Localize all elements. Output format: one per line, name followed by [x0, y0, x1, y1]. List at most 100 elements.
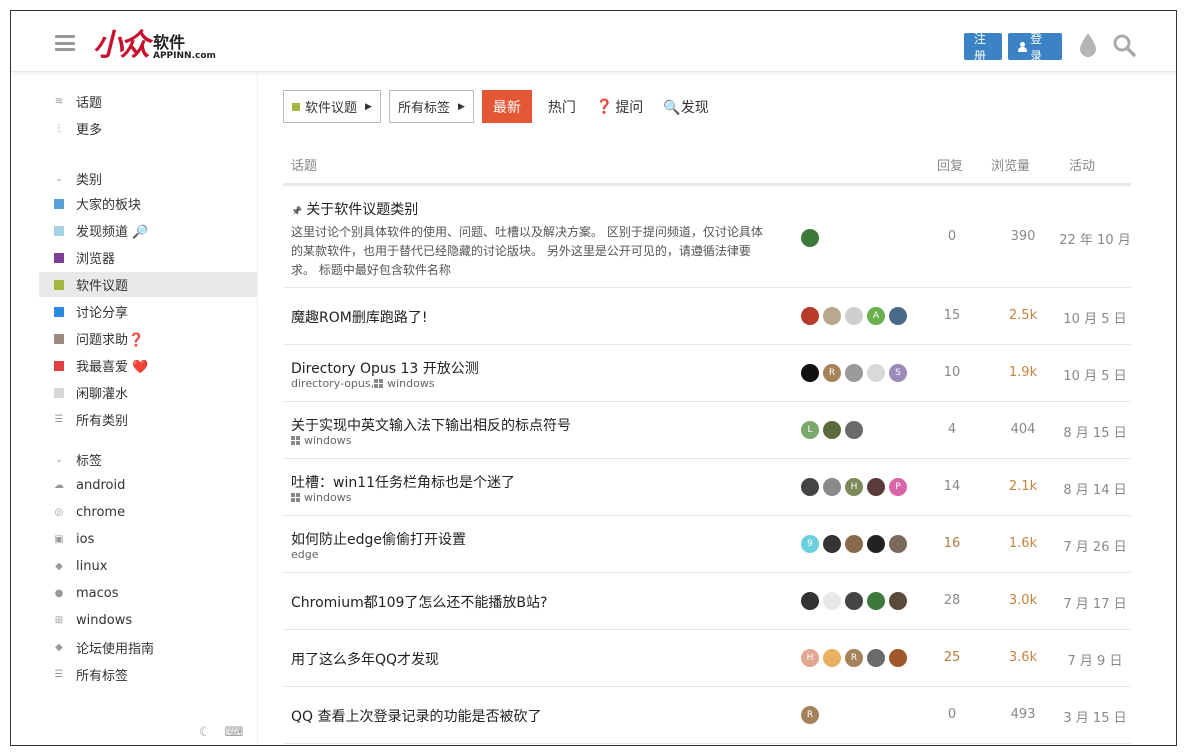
activity-date[interactable]: 7 月 26 日	[1045, 536, 1145, 555]
activity-date[interactable]: 3 月 15 日	[1045, 707, 1145, 726]
avatar[interactable]	[867, 535, 885, 553]
avatar[interactable]	[889, 535, 907, 553]
avatar[interactable]	[889, 307, 907, 325]
avatar[interactable]	[867, 364, 885, 382]
sidebar-tag-item[interactable]: ☁ android	[39, 473, 257, 498]
topic-title-link[interactable]: Directory Opus 13 开放公测	[291, 358, 479, 378]
topic-title-link[interactable]: Chromium都109了怎么还不能播放B站?	[291, 592, 547, 612]
avatar[interactable]	[801, 478, 819, 496]
tag-dropdown[interactable]: 所有标签 ▶	[388, 90, 474, 123]
avatar[interactable]	[823, 535, 841, 553]
login-button[interactable]: 登录	[1008, 32, 1062, 63]
avatar[interactable]	[845, 307, 863, 325]
topic-table-header: 话题 回复 浏览量 活动	[283, 153, 1131, 186]
sidebar-tag-item[interactable]: ● macos	[39, 581, 257, 606]
activity-date[interactable]: 10 月 5 日	[1045, 365, 1145, 384]
avatar[interactable]: H	[845, 478, 863, 496]
sidebar-tag-item[interactable]: ⊞ windows	[39, 608, 257, 633]
tab-discover[interactable]: 🔍发现	[653, 90, 718, 123]
sidebar-item-label: 话题	[76, 96, 103, 111]
avatar[interactable]	[845, 421, 863, 439]
activity-date[interactable]: 10 月 5 日	[1045, 308, 1145, 327]
avatar[interactable]	[889, 649, 907, 667]
avatar[interactable]: R	[845, 649, 863, 667]
sidebar-category-item[interactable]: 讨论分享	[39, 299, 257, 324]
avatar[interactable]	[823, 592, 841, 610]
header-views[interactable]: 浏览量	[991, 155, 1030, 174]
sidebar-tag-item[interactable]: ◆ linux	[39, 554, 257, 579]
activity-date[interactable]: 7 月 9 日	[1045, 650, 1145, 669]
avatar[interactable]	[867, 592, 885, 610]
sidebar-tag-item[interactable]: ☰ 所有标签	[39, 662, 257, 687]
avatar[interactable]: R	[801, 706, 819, 724]
sidebar-category-item[interactable]: 大家的板块	[39, 191, 257, 216]
topic-title-link[interactable]: 用了这么多年QQ才发现	[291, 649, 439, 669]
avatar[interactable]: A	[867, 307, 885, 325]
avatar[interactable]	[801, 592, 819, 610]
avatar[interactable]	[801, 229, 819, 247]
topic-tag-link[interactable]: windows	[291, 434, 351, 447]
avatar[interactable]	[823, 478, 841, 496]
sidebar-tag-item[interactable]: ▣ ios	[39, 527, 257, 552]
tab-latest[interactable]: 最新	[481, 90, 532, 123]
topic-tag-link[interactable]: windows	[291, 491, 351, 504]
avatar[interactable]: L	[801, 421, 819, 439]
topic-title-link[interactable]: 关于实现中英文输入法下输出相反的标点符号	[291, 415, 571, 435]
topic-title-link[interactable]: 📌 关于软件议题类别	[291, 199, 418, 219]
sidebar-category-item[interactable]: 我最喜爱 ❤️	[39, 353, 257, 378]
header-topic[interactable]: 话题	[291, 155, 317, 174]
category-dropdown[interactable]: 软件议题 ▶	[283, 90, 381, 123]
keyboard-icon[interactable]: ⌨	[225, 725, 244, 740]
avatar[interactable]	[867, 478, 885, 496]
sidebar-category-item[interactable]: ☰ 所有类别	[39, 407, 257, 432]
search-icon[interactable]	[1112, 33, 1136, 57]
activity-date[interactable]: 7 月 17 日	[1045, 593, 1145, 612]
hamburger-menu-icon[interactable]	[55, 35, 75, 51]
activity-date[interactable]: 8 月 15 日	[1045, 422, 1145, 441]
avatar[interactable]: 9	[801, 535, 819, 553]
avatar[interactable]: P	[889, 478, 907, 496]
sidebar-tag-item[interactable]: ◎ chrome	[39, 500, 257, 525]
topic-title-link[interactable]: QQ 查看上次登录记录的功能是否被砍了	[291, 706, 542, 726]
sidebar-category-item[interactable]: 浏览器	[39, 245, 257, 270]
avatar[interactable]: R	[823, 364, 841, 382]
sidebar-category-item[interactable]: 闲聊灌水	[39, 380, 257, 405]
avatar[interactable]	[889, 592, 907, 610]
signup-button[interactable]: 注册	[964, 32, 1002, 63]
tags-heading[interactable]: ⌄ 标签	[53, 450, 102, 469]
categories-heading[interactable]: ⌄ 类别	[53, 169, 102, 188]
sidebar-category-item[interactable]: 发现频道 🔎	[39, 218, 257, 243]
topic-title-text: Chromium都109了怎么还不能播放B站?	[291, 595, 548, 611]
topic-title-link[interactable]: 魔趣ROM删库跑路了!	[291, 307, 427, 327]
avatar[interactable]: H	[801, 649, 819, 667]
avatar[interactable]	[845, 592, 863, 610]
avatar[interactable]	[823, 649, 841, 667]
activity-date[interactable]: 8 月 14 日	[1045, 479, 1145, 498]
avatar[interactable]	[845, 364, 863, 382]
activity-date[interactable]: 22 年 10 月	[1045, 229, 1145, 248]
tab-hot[interactable]: 热门	[538, 90, 586, 123]
topic-tag-link[interactable]: edge	[291, 548, 319, 561]
header-replies[interactable]: 回复	[937, 155, 963, 174]
sidebar-category-item[interactable]: 软件议题	[39, 272, 257, 297]
avatar[interactable]: S	[889, 364, 907, 382]
sidebar-item-topics[interactable]: ≋ 话题	[39, 89, 257, 114]
sidebar-category-item[interactable]: 问题求助❓	[39, 326, 257, 351]
avatar[interactable]	[823, 421, 841, 439]
dark-mode-moon-icon[interactable]: ☾	[199, 725, 211, 740]
topic-title-link[interactable]: 如何防止edge偷偷打开设置	[291, 529, 466, 549]
topic-title-link[interactable]: 吐槽：win11任务栏角标也是个迷了	[291, 472, 515, 492]
sidebar-tag-item[interactable]: ◆ 论坛使用指南	[39, 635, 257, 660]
topic-tag-link[interactable]: windows	[374, 377, 435, 390]
sidebar-item-more[interactable]: ⋮ 更多	[39, 116, 257, 141]
avatar[interactable]	[823, 307, 841, 325]
avatar[interactable]	[845, 535, 863, 553]
avatar[interactable]	[801, 307, 819, 325]
theme-drop-icon[interactable]	[1078, 32, 1098, 58]
avatar[interactable]	[801, 364, 819, 382]
topic-tag-link[interactable]: directory-opus	[291, 377, 371, 390]
avatar[interactable]	[867, 649, 885, 667]
tab-ask[interactable]: ❓ 提问	[586, 90, 653, 123]
site-logo[interactable]: 小众 软件 APPINN.com	[93, 27, 216, 61]
header-activity[interactable]: 活动	[1069, 155, 1095, 174]
